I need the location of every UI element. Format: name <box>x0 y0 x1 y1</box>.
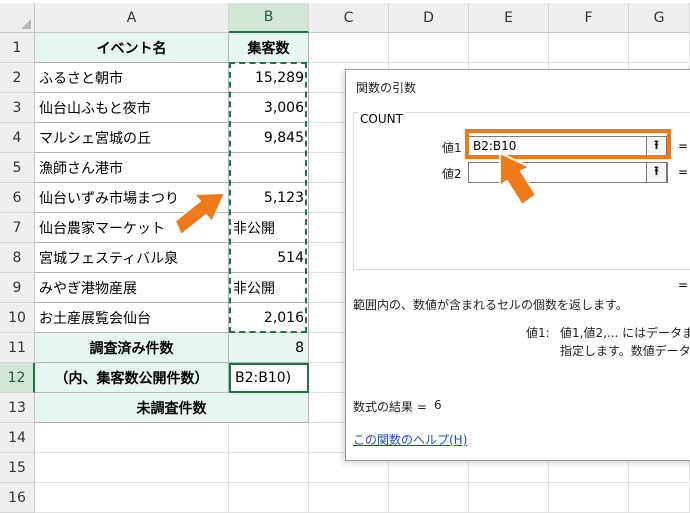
surveyed-count-label[interactable]: 調査済み件数 <box>35 333 229 363</box>
table-row-name[interactable]: みやぎ港物産展 <box>35 273 229 303</box>
table-row-name[interactable]: マルシェ宮城の丘 <box>35 123 229 153</box>
row-header-8[interactable]: 8 <box>0 243 35 273</box>
table-row-name[interactable]: 宮城フェスティバル泉 <box>35 243 229 273</box>
table-row-visitors[interactable]: 5,123 <box>229 183 309 213</box>
arg2-label: 値2 <box>442 167 462 181</box>
arg1-equals: = <box>678 139 689 153</box>
arg1-label: 値1 <box>442 141 462 155</box>
row-header-16[interactable]: 16 <box>0 483 35 513</box>
collapse-dialog-icon: ⭱ <box>654 164 659 178</box>
grid-cell[interactable] <box>629 483 690 513</box>
row-header-3[interactable]: 3 <box>0 93 35 123</box>
row-header-14[interactable]: 14 <box>0 423 35 453</box>
unsurveyed-count-label[interactable]: 未調査件数 <box>35 393 309 423</box>
row-header-10[interactable]: 10 <box>0 303 35 333</box>
table-row-name[interactable]: ふるさと朝市 <box>35 63 229 93</box>
formula-result-value: 6 <box>434 398 442 412</box>
result-equals: = <box>678 278 689 292</box>
grid-cell[interactable] <box>309 33 389 63</box>
row-header-6[interactable]: 6 <box>0 183 35 213</box>
table-row-visitors[interactable]: 3,006 <box>229 93 309 123</box>
active-cell-b12[interactable]: B2:B10) <box>229 363 309 393</box>
grid-cell[interactable] <box>389 33 469 63</box>
row-header-2[interactable]: 2 <box>0 63 35 93</box>
row-header-7[interactable]: 7 <box>0 213 35 243</box>
column-header-5[interactable]: E <box>469 3 549 33</box>
arg-help-line2: 指定します。数値データだけ <box>560 344 690 358</box>
grid-cell[interactable] <box>35 483 229 513</box>
table-row-visitors[interactable]: 非公開 <box>229 213 309 243</box>
grid-cell[interactable] <box>35 453 229 483</box>
column-header-6[interactable]: F <box>549 3 629 33</box>
grid-cell[interactable] <box>229 453 309 483</box>
column-header-3[interactable]: C <box>309 3 389 33</box>
row-header-15[interactable]: 15 <box>0 453 35 483</box>
grid-cell[interactable] <box>309 483 389 513</box>
public-count-label[interactable]: （内、集客数公開件数） <box>35 363 229 393</box>
table-row-name[interactable]: 仙台いずみ市場まつり <box>35 183 229 213</box>
row-header-5[interactable]: 5 <box>0 153 35 183</box>
grid-cell[interactable] <box>629 33 690 63</box>
arg2-input[interactable] <box>468 162 668 183</box>
arg1-input[interactable]: B2:B10 <box>468 136 668 157</box>
table-row-visitors[interactable] <box>229 153 309 183</box>
column-header-4[interactable]: D <box>389 3 469 33</box>
row-header-9[interactable]: 9 <box>0 273 35 303</box>
header-visitors[interactable]: 集客数 <box>229 33 309 63</box>
dialog-title: 関数の引数 <box>356 81 417 95</box>
grid-cell[interactable] <box>229 423 309 453</box>
arg2-collapse-button[interactable]: ⭱ <box>646 162 667 183</box>
formula-result-label: 数式の結果 = <box>353 400 427 414</box>
arg2-equals: = <box>678 165 689 179</box>
function-name: COUNT <box>358 112 405 126</box>
grid-cell[interactable] <box>549 33 629 63</box>
table-row-name[interactable]: 仙台山ふもと夜市 <box>35 93 229 123</box>
table-row-visitors[interactable]: 514 <box>229 243 309 273</box>
grid-cell[interactable] <box>229 483 309 513</box>
table-row-visitors[interactable]: 2,016 <box>229 303 309 333</box>
function-description: 範囲内の、数値が含まれるセルの個数を返します。 <box>353 298 628 312</box>
grid-cell[interactable] <box>469 33 549 63</box>
arg1-collapse-button[interactable]: ⭱ <box>646 136 667 157</box>
column-header-2[interactable]: B <box>229 3 309 33</box>
grid-cell[interactable] <box>469 483 549 513</box>
select-all-corner[interactable] <box>0 3 35 33</box>
table-row-visitors[interactable]: 非公開 <box>229 273 309 303</box>
function-help-link[interactable]: この関数のヘルプ(H) <box>353 431 467 448</box>
table-row-visitors[interactable]: 15,289 <box>229 63 309 93</box>
table-row-name[interactable]: 漁師さん港市 <box>35 153 229 183</box>
table-row-name[interactable]: お土産展覧会仙台 <box>35 303 229 333</box>
surveyed-count-value[interactable]: 8 <box>229 333 309 363</box>
collapse-dialog-icon: ⭱ <box>654 138 659 152</box>
table-row-visitors[interactable]: 9,845 <box>229 123 309 153</box>
arg-help-label: 値1: <box>526 326 550 340</box>
row-header-13[interactable]: 13 <box>0 393 35 423</box>
column-header-7[interactable]: G <box>629 3 690 33</box>
column-header-1[interactable]: A <box>35 3 229 33</box>
row-header-4[interactable]: 4 <box>0 123 35 153</box>
row-header-12[interactable]: 12 <box>0 363 35 393</box>
table-row-name[interactable]: 仙台農家マーケット <box>35 213 229 243</box>
grid-cell[interactable] <box>549 483 629 513</box>
row-header-11[interactable]: 11 <box>0 333 35 363</box>
arg-help-line1: 値1,値2,... にはデータまたは <box>560 326 690 340</box>
grid-cell[interactable] <box>389 483 469 513</box>
grid-cell[interactable] <box>35 423 229 453</box>
function-arguments-dialog: 関数の引数 COUNT 値1 B2:B10 ⭱ = 値2 ⭱ = = 範囲内の、… <box>345 69 690 461</box>
header-event-name[interactable]: イベント名 <box>35 33 229 63</box>
row-header-1[interactable]: 1 <box>0 33 35 63</box>
